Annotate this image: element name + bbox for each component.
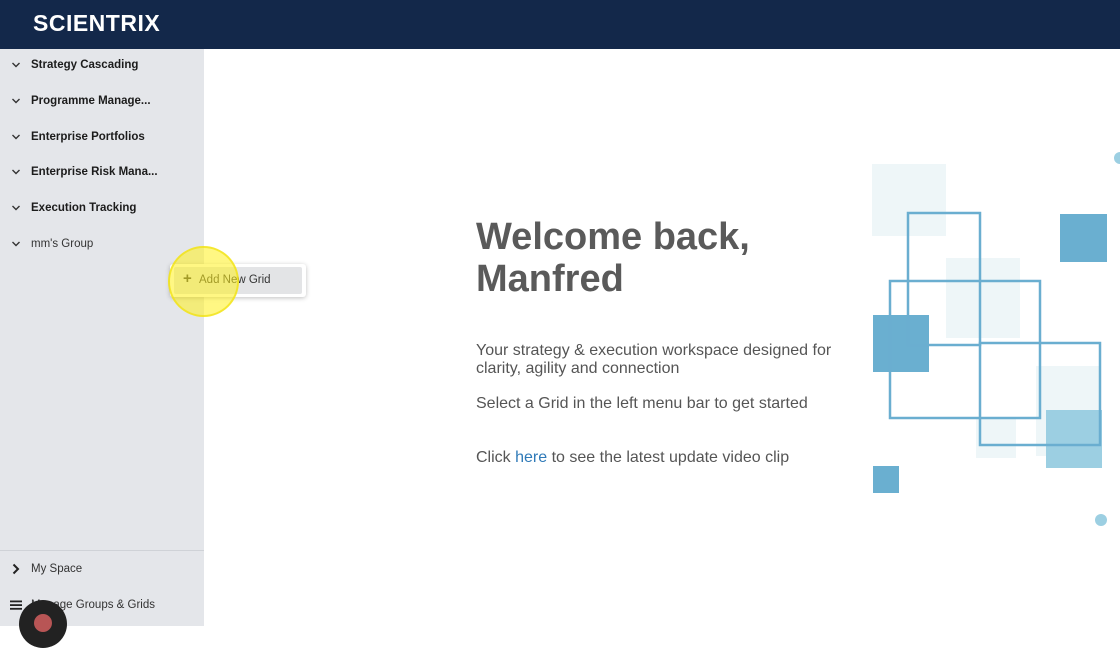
recording-dot-icon — [34, 614, 52, 632]
tagline-line-2: clarity, agility and connection — [476, 360, 680, 377]
sidebar-item-label: mm's Group — [31, 238, 94, 250]
sidebar-item-mms-group[interactable]: mm's Group — [0, 234, 204, 258]
chevron-down-icon — [11, 167, 21, 177]
sidebar-divider — [0, 550, 204, 551]
chevron-down-icon — [11, 96, 21, 106]
sidebar-item-enterprise-risk-management[interactable]: Enterprise Risk Mana... — [0, 162, 204, 186]
scientrix-logo[interactable]: SCIENTRIX — [33, 10, 160, 37]
welcome-heading: Welcome back, Manfred — [476, 216, 750, 300]
tagline-line-1: Your strategy & execution workspace desi… — [476, 342, 832, 359]
my-space-label: My Space — [31, 563, 83, 575]
sidebar-item-execution-tracking[interactable]: Execution Tracking — [0, 198, 204, 222]
my-space-item[interactable]: My Space — [0, 557, 204, 581]
sidebar-item-programme-management[interactable]: Programme Manage... — [0, 91, 204, 115]
sidebar-item-label: Strategy Cascading — [31, 59, 139, 71]
add-new-grid-label: Add New Grid — [199, 274, 271, 286]
chevron-right-icon — [10, 562, 22, 575]
tagline: Your strategy & execution workspace desi… — [476, 342, 831, 378]
sidebar-item-label: Enterprise Risk Mana... — [31, 166, 158, 178]
sidebar-item-label: Programme Manage... — [31, 95, 151, 107]
video-line: Click here to see the latest update vide… — [476, 449, 789, 467]
welcome-line-2: Manfred — [476, 258, 624, 300]
plus-icon: + — [183, 270, 192, 287]
decorative-illustration — [872, 152, 1120, 526]
top-bar: SCIENTRIX — [0, 0, 1120, 49]
chevron-down-icon — [11, 239, 21, 249]
chevron-down-icon — [11, 203, 21, 213]
sidebar-item-enterprise-portfolios[interactable]: Enterprise Portfolios — [0, 127, 204, 151]
chevron-down-icon — [11, 60, 21, 70]
hamburger-menu-icon — [10, 598, 22, 610]
sidebar: Strategy Cascading Programme Manage... E… — [0, 49, 204, 626]
sidebar-item-strategy-cascading[interactable]: Strategy Cascading — [0, 55, 204, 79]
welcome-line-1: Welcome back, — [476, 216, 750, 258]
recording-indicator — [19, 600, 67, 648]
sidebar-item-label: Execution Tracking — [31, 202, 137, 214]
sidebar-item-label: Enterprise Portfolios — [31, 131, 145, 143]
video-prefix: Click — [476, 449, 511, 466]
video-suffix: to see the latest update video clip — [551, 449, 790, 466]
chevron-down-icon — [11, 132, 21, 142]
instruction-text: Select a Grid in the left menu bar to ge… — [476, 395, 808, 412]
add-new-grid-button[interactable]: + Add New Grid — [174, 267, 302, 294]
video-link[interactable]: here — [515, 449, 547, 466]
group-context-popup: + Add New Grid — [170, 264, 306, 297]
